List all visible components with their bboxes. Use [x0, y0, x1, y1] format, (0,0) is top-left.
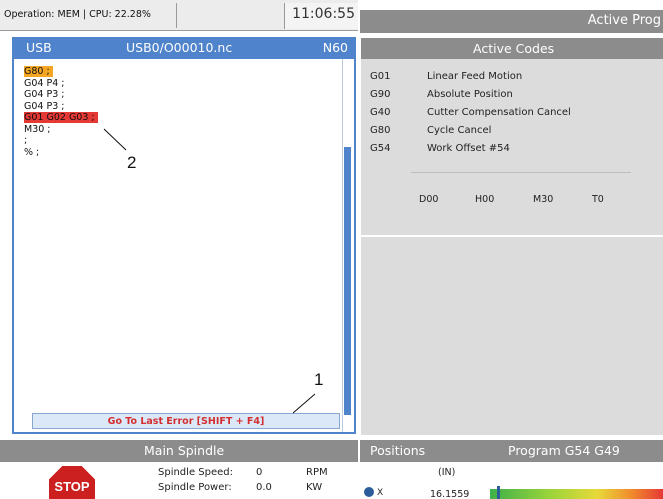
active-codes-divider [411, 172, 631, 173]
g-code-description: Work Offset #54 [427, 143, 510, 154]
stop-label: STOP [54, 479, 90, 494]
code-line[interactable]: G04 P4 ; [24, 78, 98, 90]
axis-load-marker [497, 486, 500, 499]
spindle-speed-unit: RPM [306, 467, 328, 478]
positions-title: Positions [370, 443, 426, 458]
main-spindle-header[interactable]: Main Spindle [0, 440, 358, 462]
code-line[interactable]: G04 P3 ; [24, 101, 98, 113]
active-code-row: G54 Work Offset #54 [370, 143, 510, 154]
program-editor[interactable]: G80 ; G04 P4 ; G04 P3 ; G04 P3 ; G01 G02… [14, 59, 354, 432]
spindle-power-row: Spindle Power: 0.0 KW [158, 482, 322, 493]
positions-mode: Program G54 G49 [508, 443, 620, 458]
code-line[interactable]: G01 G02 G03 ; [24, 112, 98, 124]
active-code-row: G01 Linear Feed Motion [370, 71, 522, 82]
g-code: G54 [370, 143, 391, 154]
active-code-row: G90 Absolute Position [370, 89, 513, 100]
active-program-header[interactable]: Active Prog [360, 10, 663, 33]
g-code-description: Linear Feed Motion [427, 71, 523, 82]
active-program-title: Active Prog [587, 13, 661, 28]
go-to-last-error-button[interactable]: Go To Last Error [SHIFT + F4] [32, 413, 340, 429]
program-sequence-number: N60 [322, 40, 348, 55]
current-line-highlight[interactable]: G80 ; [24, 66, 53, 77]
g-code-description: Cutter Compensation Cancel [427, 107, 571, 118]
callout-number-2: 2 [127, 153, 137, 172]
spindle-speed-row: Spindle Speed: 0 RPM [158, 467, 328, 478]
status-bar: Operation: MEM | CPU: 22.28% 11:06:55 [0, 0, 358, 31]
g-code: G40 [370, 107, 391, 118]
program-code[interactable]: G80 ; G04 P4 ; G04 P3 ; G04 P3 ; G01 G02… [24, 66, 98, 158]
operation-status: Operation: MEM | CPU: 22.28% [4, 9, 151, 20]
axis-label: X [377, 488, 384, 498]
positions-unit: (IN) [438, 467, 456, 478]
positions-header[interactable]: Positions Program G54 G49 [360, 440, 663, 462]
code-line[interactable]: ; [24, 135, 98, 147]
active-code-row: G80 Cycle Cancel [370, 125, 491, 136]
error-line-highlight[interactable]: G01 G02 G03 ; [24, 112, 98, 123]
clock: 11:06:55 [292, 6, 355, 22]
go-to-last-error-label: Go To Last Error [SHIFT + F4] [107, 416, 265, 427]
positions-panel: (IN) X 16.1559 [360, 462, 663, 499]
code-line[interactable]: M30 ; [24, 124, 98, 136]
axis-load-bar [490, 489, 663, 499]
stop-sign-icon: STOP [49, 466, 95, 499]
spindle-speed-label: Spindle Speed: [158, 467, 233, 478]
spindle-power-label: Spindle Power: [158, 482, 232, 493]
spindle-power-value: 0.0 [256, 482, 272, 493]
axis-home-icon [364, 487, 374, 497]
g-code: G01 [370, 71, 391, 82]
program-panel: G80 ; G04 P4 ; G04 P3 ; G04 P3 ; G01 G02… [12, 59, 356, 434]
code-line[interactable]: % ; [24, 147, 98, 159]
empty-panel [361, 237, 663, 435]
program-header[interactable]: USB USB0/O00010.nc N60 [12, 37, 356, 59]
active-t-value: T0 [592, 194, 604, 205]
spindle-speed-value: 0 [256, 467, 263, 478]
program-file-path: USB0/O00010.nc [126, 40, 233, 55]
active-h-value: H00 [475, 194, 495, 205]
g-code-description: Absolute Position [427, 89, 513, 100]
status-separator [176, 3, 177, 28]
active-codes-panel: G01 Linear Feed Motion G90 Absolute Positi… [361, 59, 663, 235]
scrollbar-thumb[interactable] [344, 147, 351, 415]
active-codes-title: Active Codes [473, 41, 555, 56]
main-spindle-title: Main Spindle [144, 443, 225, 458]
callout-number-1: 1 [314, 370, 324, 389]
active-code-row: G40 Cutter Compensation Cancel [370, 107, 571, 118]
main-spindle-panel: STOP Spindle Speed: 0 RPM Spindle Power: 0.… [0, 462, 358, 499]
code-line[interactable]: G04 P3 ; [24, 89, 98, 101]
program-device: USB [26, 40, 52, 55]
g-code: G80 [370, 125, 391, 136]
g-code: G90 [370, 89, 391, 100]
active-d-value: D00 [419, 194, 439, 205]
clock-box: 11:06:55 [284, 3, 358, 29]
axis-position-value: 16.1559 [430, 489, 470, 499]
code-line[interactable]: G80 ; [24, 66, 98, 78]
g-code-description: Cycle Cancel [427, 125, 492, 136]
active-codes-header[interactable]: Active Codes [361, 38, 663, 59]
active-m-value: M30 [533, 194, 554, 205]
spindle-power-unit: KW [306, 482, 323, 493]
